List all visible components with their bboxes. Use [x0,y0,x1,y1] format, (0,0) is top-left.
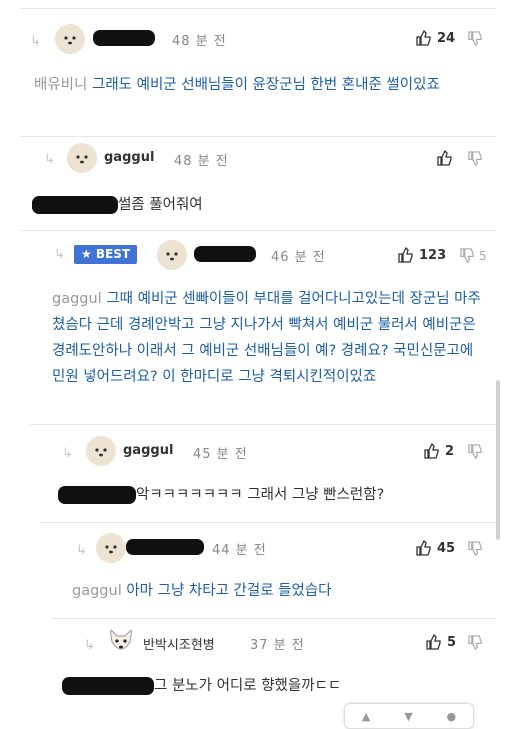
comment-text: 그때 예비군 센빠이들이 부대를 걸어다니고있는데 장군님 마주쳤슴다 근데 경… [52,291,481,385]
comment-time: 46 분 전 [271,250,326,265]
comment-text: 썰좀 풀어줘여 [118,197,203,213]
thumbs-down-icon [468,151,482,166]
redacted-mention [58,486,136,504]
reply-arrow-icon: ↳ [84,638,95,653]
redacted-nickname [194,246,256,262]
dog-avatar-icon [67,143,97,173]
mention: gaggul [52,291,102,307]
comment-body: gaggul 아마 그냥 차타고 간걸로 들었습다 [72,578,492,604]
comment-text: 그래도 예비군 선배님들이 윤장군님 한번 혼내준 썰이있죠 [91,77,440,93]
scrollbar[interactable] [496,380,500,540]
dog-avatar-icon [157,240,187,270]
comment-nickname[interactable]: 반박시조현병 [143,634,215,653]
reply-arrow-icon: ↳ [30,34,41,49]
comment-body: 배유비니 그래도 예비군 선배님들이 윤장군님 한번 혼내준 썰이있죠 [34,72,474,98]
like-count: 2 [445,443,455,459]
comment-text: 그 분노가 어디로 향했을까ㄷㄷ [154,678,342,694]
dislike-count: 5 [479,248,487,263]
thumbs-down-icon [468,31,482,46]
like-button[interactable]: 123 [398,247,446,263]
dog-avatar-icon [106,626,136,656]
like-button[interactable]: 2 [424,443,454,459]
scroll-down-icon[interactable]: ▼ [404,710,412,723]
comment-icon[interactable]: ● [446,710,456,723]
comment-body: gaggul 그때 예비군 센빠이들이 부대를 걸어다니고있는데 장군님 마주쳤… [52,286,490,390]
like-button[interactable]: 24 [416,30,455,46]
comment-nickname[interactable]: gaggul [123,443,173,458]
scroll-up-icon[interactable]: ▲ [362,710,370,723]
like-count: 5 [447,634,457,650]
redacted-nickname [93,30,155,46]
divider [52,618,496,619]
thumbs-up-icon [416,30,431,46]
divider [20,136,496,137]
thumbs-up-icon [398,247,413,263]
thumbs-down-icon [468,635,482,650]
best-badge: ★ BEST [74,245,138,264]
reply-arrow-icon: ↳ [76,543,87,558]
comment-nickname[interactable]: gaggul [104,150,154,165]
divider [20,230,496,231]
comment-time: 45 분 전 [193,447,248,462]
like-button[interactable] [437,150,453,166]
mention: gaggul [72,583,122,599]
reply-arrow-icon: ↳ [62,446,73,461]
floating-nav-bar: ▲ ▼ ● [344,703,474,729]
like-count: 45 [437,540,456,556]
divider [40,522,496,523]
reply-arrow-icon: ↳ [54,247,65,262]
thumbs-down-icon [468,444,482,459]
thumbs-down-icon [468,541,482,556]
dislike-button[interactable] [468,151,483,166]
comment-time: 48 분 전 [172,34,227,49]
dislike-button[interactable] [468,541,483,556]
comment-text: 아마 그냥 차타고 간걸로 들었습다 [126,583,332,599]
like-count: 123 [419,247,447,263]
thumbs-down-icon [460,248,474,263]
thumbs-up-icon [437,150,452,166]
redacted-mention [32,196,118,214]
dog-avatar-icon [55,24,85,54]
thumbs-up-icon [424,443,439,459]
comment-body: 썰좀 풀어줘여 [118,192,203,218]
dislike-button[interactable] [468,635,483,650]
comment-time: 37 분 전 [250,638,305,653]
thumbs-up-icon [416,540,431,556]
divider [20,8,496,9]
mention: 배유비니 [34,77,88,93]
comment-text: 악ㅋㅋㅋㅋㅋㅋㅋ 그래서 그냥 빤스런함? [136,487,385,503]
like-button[interactable]: 5 [426,634,456,650]
redacted-nickname [126,539,204,555]
divider [30,424,496,425]
redacted-mention [62,677,154,695]
comment-time: 44 분 전 [212,543,267,558]
dislike-button[interactable]: 5 [460,248,487,263]
dog-avatar-icon [86,436,116,466]
comment-body: 그 분노가 어디로 향했을까ㄷㄷ [154,673,341,699]
like-button[interactable]: 45 [416,540,455,556]
reply-arrow-icon: ↳ [44,152,55,167]
dislike-button[interactable] [468,31,483,46]
dislike-button[interactable] [468,444,483,459]
thumbs-up-icon [426,634,441,650]
comment-body: 악ㅋㅋㅋㅋㅋㅋㅋ 그래서 그냥 빤스런함? [136,482,384,508]
comment-time: 48 분 전 [174,154,229,169]
like-count: 24 [437,30,456,46]
dog-avatar-icon [96,533,126,563]
